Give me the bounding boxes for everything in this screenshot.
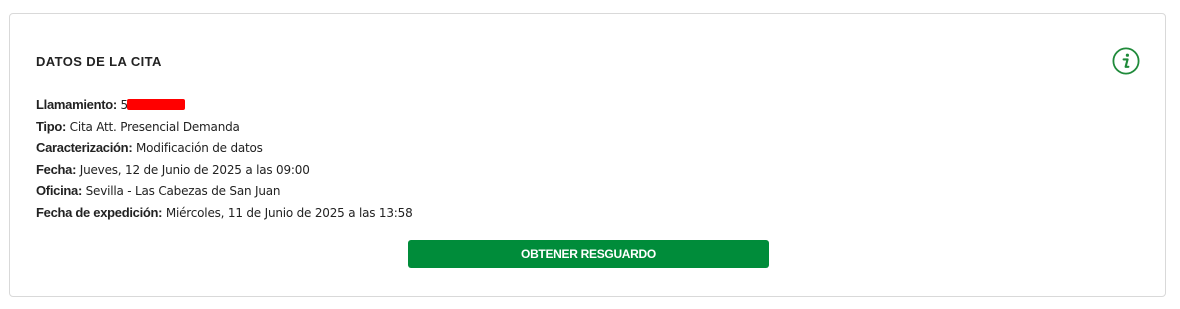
detail-value: Sevilla - Las Cabezas de San Juan	[85, 184, 281, 199]
detail-label: Fecha:	[36, 161, 77, 177]
detail-llamamiento: Llamamiento: 5	[36, 94, 413, 116]
detail-oficina: Oficina: Sevilla - Las Cabezas de San Ju…	[36, 180, 413, 202]
detail-fecha-expedicion: Fecha de expedición: Miércoles, 11 de Ju…	[36, 202, 413, 224]
card-title: DATOS DE LA CITA	[36, 54, 162, 69]
detail-label: Oficina:	[36, 183, 82, 199]
detail-value: Miércoles, 11 de Junio de 2025 a las 13:…	[165, 205, 413, 220]
detail-label: Tipo:	[36, 118, 67, 134]
detail-fecha: Fecha: Jueves, 12 de Junio de 2025 a las…	[36, 159, 413, 181]
appointment-details-list: Llamamiento: 5 Tipo: Cita Att. Presencia…	[36, 94, 413, 224]
detail-label: Caracterización:	[36, 140, 133, 156]
info-icon[interactable]	[1112, 47, 1140, 75]
detail-label: Llamamiento:	[36, 97, 117, 112]
appointment-details-card: DATOS DE LA CITA Llamamiento: 5 Tipo: Ci…	[9, 13, 1166, 297]
detail-caracterizacion: Caracterización: Modificación de datos	[36, 137, 413, 159]
detail-value: Cita Att. Presencial Demanda	[69, 119, 240, 134]
detail-value: Jueves, 12 de Junio de 2025 a las 09:00	[79, 162, 310, 177]
detail-value: Modificación de datos	[135, 141, 263, 156]
redaction-mark	[126, 99, 185, 110]
detail-label: Fecha de expedición:	[36, 204, 163, 220]
obtain-receipt-button[interactable]: OBTENER RESGUARDO	[408, 240, 769, 268]
detail-tipo: Tipo: Cita Att. Presencial Demanda	[36, 116, 413, 138]
